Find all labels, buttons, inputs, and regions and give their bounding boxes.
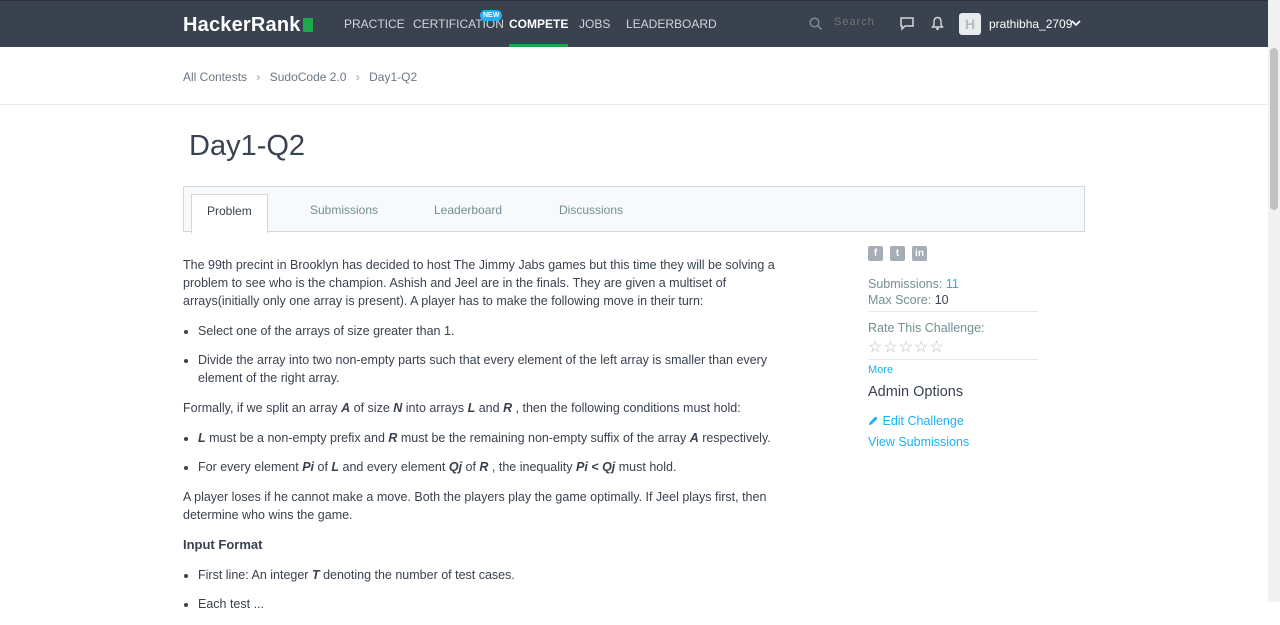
divider — [0, 104, 1268, 105]
search-input[interactable] — [832, 15, 896, 29]
max-score-stat: Max Score: 10 — [868, 293, 949, 307]
nav-jobs[interactable]: JOBS — [579, 1, 610, 47]
formally-paragraph: Formally, if we split an array A of size… — [183, 401, 741, 415]
moves-list: Select one of the arrays of size greater… — [183, 322, 783, 387]
breadcrumb-all-contests[interactable]: All Contests — [183, 70, 247, 84]
view-submissions-link[interactable]: View Submissions — [868, 435, 1038, 449]
breadcrumb-current[interactable]: Day1-Q2 — [369, 70, 417, 84]
star-icon[interactable]: ☆ — [929, 337, 943, 357]
new-badge: NEW — [480, 10, 503, 21]
top-navbar: HackerRank PRACTICE CERTIFICATION NEW CO… — [0, 0, 1268, 47]
star-icon[interactable]: ☆ — [883, 337, 897, 357]
star-icon[interactable]: ☆ — [868, 337, 882, 357]
edit-challenge-link[interactable]: Edit Challenge — [868, 414, 1038, 428]
messages-icon[interactable] — [899, 16, 915, 31]
facebook-icon[interactable]: f — [868, 246, 883, 261]
list-item: Select one of the arrays of size greater… — [198, 322, 783, 340]
list-item: For every element Pi of L and every elem… — [198, 458, 783, 476]
nav-practice[interactable]: PRACTICE — [344, 1, 405, 47]
chevron-right-icon: › — [355, 70, 360, 84]
conditions-list: L must be a non-empty prefix and R must … — [183, 429, 783, 476]
logo-text: HackerRank — [183, 14, 301, 36]
star-icon[interactable]: ☆ — [914, 337, 928, 357]
nav-leaderboard[interactable]: LEADERBOARD — [626, 1, 717, 47]
page-title: Day1-Q2 — [189, 130, 306, 162]
avatar[interactable]: H — [959, 13, 981, 35]
nav-compete[interactable]: COMPETE — [509, 1, 569, 47]
divider — [868, 359, 1038, 360]
rate-label: Rate This Challenge: — [868, 321, 985, 335]
breadcrumb-contest[interactable]: SudoCode 2.0 — [270, 70, 347, 84]
pencil-icon — [869, 416, 878, 425]
list-item: First line: An integer T denoting the nu… — [198, 566, 783, 584]
scrollbar-thumb[interactable] — [1270, 48, 1278, 210]
breadcrumb: All Contests › SudoCode 2.0 › Day1-Q2 — [183, 70, 417, 84]
problem-statement: The 99th precint in Brooklyn has decided… — [183, 256, 783, 625]
problem-intro: The 99th precint in Brooklyn has decided… — [183, 258, 775, 308]
nav-certification[interactable]: CERTIFICATION — [413, 1, 504, 47]
username[interactable]: prathibha_2709 — [989, 17, 1072, 31]
challenge-sidebar: f t in Submissions: 11 Max Score: 10 Rat… — [868, 246, 1038, 449]
more-link[interactable]: More — [868, 364, 1038, 376]
challenge-tabs: Problem Submissions Leaderboard Discussi… — [183, 186, 1085, 234]
tab-discussions[interactable]: Discussions — [559, 187, 623, 231]
input-format-heading: Input Format — [183, 537, 263, 552]
social-share: f t in — [868, 246, 1038, 261]
input-list: First line: An integer T denoting the nu… — [183, 566, 783, 613]
chevron-right-icon: › — [256, 70, 261, 84]
list-item: Divide the array into two non-empty part… — [198, 351, 783, 387]
linkedin-icon[interactable]: in — [912, 246, 927, 261]
admin-options-heading: Admin Options — [868, 384, 964, 400]
tab-problem[interactable]: Problem — [191, 194, 268, 234]
notifications-bell-icon[interactable] — [930, 16, 945, 31]
submissions-count-link[interactable]: 11 — [946, 277, 959, 291]
twitter-icon[interactable]: t — [890, 246, 905, 261]
hackerrank-logo[interactable]: HackerRank — [183, 14, 313, 37]
chevron-down-icon[interactable] — [1071, 19, 1081, 27]
tab-submissions[interactable]: Submissions — [310, 187, 378, 231]
divider — [868, 311, 1038, 312]
submissions-stat: Submissions: 11 — [868, 277, 959, 291]
star-icon[interactable]: ☆ — [899, 337, 913, 357]
logo-square-icon — [302, 18, 313, 32]
list-item: Each test ... — [198, 595, 783, 613]
list-item: L must be a non-empty prefix and R must … — [198, 429, 783, 447]
star-rating[interactable]: ☆☆☆☆☆ — [868, 337, 1038, 357]
search-icon — [809, 17, 823, 31]
tab-leaderboard[interactable]: Leaderboard — [434, 187, 502, 231]
loses-paragraph: A player loses if he cannot make a move.… — [183, 490, 767, 522]
search-box[interactable] — [806, 15, 896, 33]
